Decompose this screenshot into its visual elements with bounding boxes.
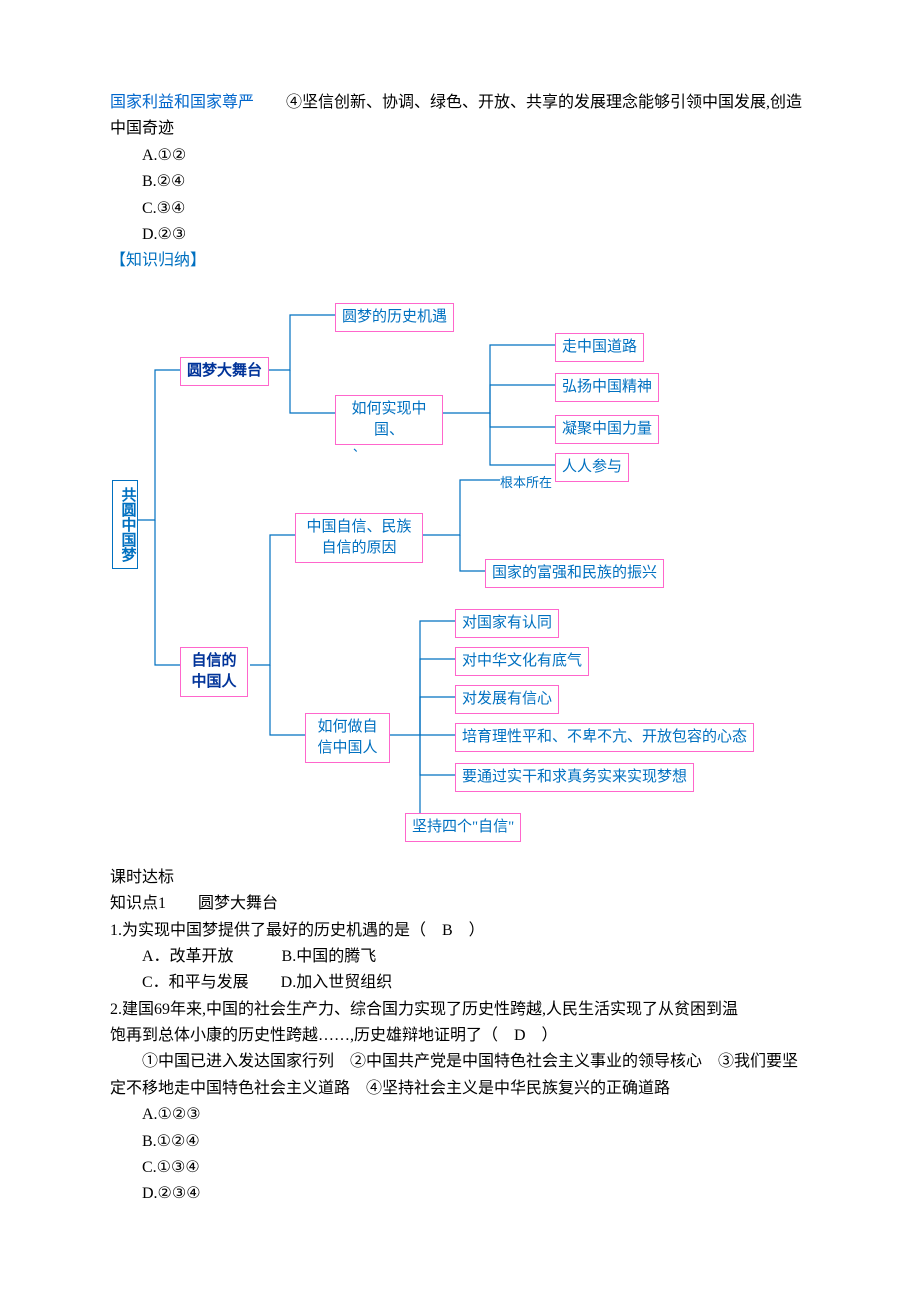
frag-text: 国家利益和国家尊严 ④坚信创新、协调、绿色、开放、共享的发展理念能够引领中国发展…	[110, 90, 810, 143]
q2-stem-2: 饱再到总体小康的历史性跨越……,历史雄辩地证明了（ D ）	[110, 1023, 810, 1049]
q2-opt-a: A.①②③	[110, 1102, 810, 1128]
q2-opt-c: C.①③④	[110, 1155, 810, 1181]
opt-c: C.③④	[110, 196, 810, 222]
node-dgjrt: 对国家有认同	[455, 609, 559, 638]
node-ymls: 圆梦的历史机遇	[335, 303, 454, 332]
node-rhzzx: 如何做自信中国人	[305, 713, 390, 763]
node-ysgh: 要通过实干和求真务实来实现梦想	[455, 763, 694, 792]
node-njzgll: 凝聚中国力量	[555, 415, 659, 444]
node-ymdwt: 圆梦大舞台	[180, 357, 269, 386]
opt-b: B.②④	[110, 169, 810, 195]
node-zzgdl: 走中国道路	[555, 333, 644, 362]
q2-stem-1: 2.建国69年来,中国的社会生产力、综合国力实现了历史性跨越,人民生活实现了从贫…	[110, 997, 810, 1023]
root-node: 共圆中国梦	[112, 480, 138, 569]
node-hyzgjs: 弘扬中国精神	[555, 373, 659, 402]
node-dfzxs: 对发展有信心	[455, 685, 559, 714]
node-gjfq: 国家的富强和民族的振兴	[485, 559, 664, 588]
node-rrcy: 人人参与	[555, 453, 629, 482]
node-zgzx: 中国自信、民族自信的原因	[295, 513, 423, 563]
opt-d: D.②③	[110, 222, 810, 248]
section-header: 课时达标	[110, 865, 810, 891]
opt-a: A.①②	[110, 143, 810, 169]
node-pylx: 培育理性平和、不卑不亢、开放包容的心态	[455, 723, 754, 752]
q2-opt-d: D.②③④	[110, 1181, 810, 1207]
q1-opt-ab: A．改革开放 B.中国的腾飞	[110, 944, 810, 970]
label-gbsz: 根本所在	[500, 473, 552, 494]
q1-stem: 1.为实现中国梦提供了最好的历史机遇的是（ B ）	[110, 918, 810, 944]
q2-opt-b: B.①②④	[110, 1129, 810, 1155]
knowledge-point-1: 知识点1 圆梦大舞台	[110, 891, 810, 917]
concept-diagram: 共圆中国梦 圆梦大舞台 圆梦的历史机遇 如何实现中国、 、 走中国道路 弘扬中国…	[110, 285, 870, 845]
node-zxzgr: 自信的中国人	[180, 647, 248, 697]
frag1: 国家利益和国家尊严	[110, 94, 254, 111]
node-jcsi: 坚持四个"自信"	[405, 813, 521, 842]
q1-opt-cd: C．和平与发展 D.加入世贸组织	[110, 970, 810, 996]
knowledge-summary-label: 【知识归纳】	[110, 248, 810, 274]
q2-items: ①中国已进入发达国家行列 ②中国共产党是中国特色社会主义事业的领导核心 ③我们要…	[110, 1049, 810, 1102]
node-dzhwh: 对中华文化有底气	[455, 647, 589, 676]
node-rhsx: 如何实现中国、	[335, 395, 443, 445]
